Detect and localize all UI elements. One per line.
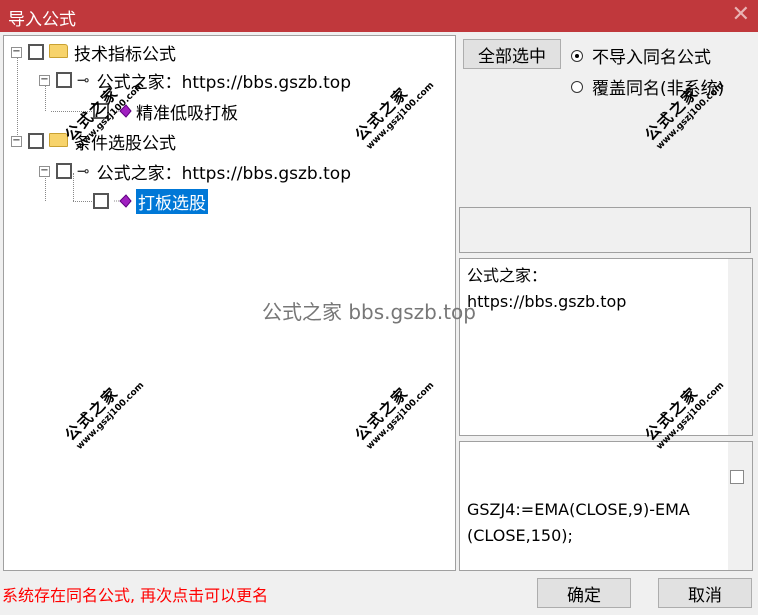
close-icon[interactable]: ✕ xyxy=(732,2,750,27)
tree-checkbox[interactable] xyxy=(28,44,44,60)
tree-node-label: 公式之家：https://bbs.gszb.top xyxy=(96,163,351,184)
radio-no-import[interactable]: 不导入同名公式 xyxy=(571,43,711,68)
tree-checkbox[interactable] xyxy=(28,133,44,149)
tree-node-label: 技术指标公式 xyxy=(74,44,176,65)
tree-node-formula-home-2[interactable]: − ⊸ 公式之家：https://bbs.gszb.top xyxy=(39,158,351,184)
purple-gem-icon xyxy=(114,194,132,208)
code-line: GSZJ4:=EMA(CLOSE,9)-EMA xyxy=(467,500,690,519)
collapse-icon[interactable]: − xyxy=(11,46,22,58)
collapse-icon[interactable]: − xyxy=(39,74,50,86)
info-line: 公式之家： xyxy=(467,266,548,285)
tree-checkbox[interactable] xyxy=(93,193,109,209)
collapse-icon[interactable]: − xyxy=(11,135,22,147)
radio-icon[interactable] xyxy=(571,80,583,93)
tree-node-label-selected: 打板选股 xyxy=(136,188,208,214)
empty-box xyxy=(459,207,751,253)
ok-button[interactable]: 确定 xyxy=(537,578,631,608)
collapse-icon[interactable]: − xyxy=(39,165,50,177)
formula-code-pane[interactable]: GSZJ4:=EMA(CLOSE,9)-EMA (CLOSE,150); xyxy=(459,441,753,571)
tree-node-tech-indicators[interactable]: − 技术指标公式 xyxy=(11,39,176,65)
formula-info-text: 公式之家： https://bbs.gszb.top xyxy=(467,263,626,315)
tree-checkbox[interactable] xyxy=(56,163,72,179)
key-icon: ⊸ xyxy=(77,71,90,89)
formula-code: GSZJ4:=EMA(CLOSE,9)-EMA (CLOSE,150); xyxy=(467,497,690,549)
stamp-title: 公式之家 xyxy=(641,83,703,145)
folder-icon xyxy=(49,44,68,58)
tree-node-formula-home[interactable]: − ⊸ 公式之家：https://bbs.gszb.top xyxy=(39,67,351,93)
select-all-button[interactable]: 全部选中 xyxy=(463,39,561,69)
title-bar: 导入公式 ✕ xyxy=(0,0,758,32)
key-icon: ⊸ xyxy=(77,162,90,180)
radio-label: 不导入同名公式 xyxy=(592,48,711,68)
tree-checkbox[interactable] xyxy=(56,72,72,88)
small-checkbox[interactable] xyxy=(730,470,744,484)
info-line: https://bbs.gszb.top xyxy=(467,292,627,311)
tree-node-board-select[interactable]: 打板选股 xyxy=(93,188,208,214)
center-watermark: 公式之家 bbs.gszb.top xyxy=(262,300,476,324)
window-title: 导入公式 xyxy=(8,10,76,30)
radio-selected-icon[interactable] xyxy=(571,49,583,62)
code-line: (CLOSE,150); xyxy=(467,526,573,545)
cancel-button[interactable]: 取消 xyxy=(658,578,752,608)
scrollbar-area[interactable] xyxy=(728,442,752,570)
status-message: 系统存在同名公式, 再次点击可以更名 xyxy=(2,586,269,605)
